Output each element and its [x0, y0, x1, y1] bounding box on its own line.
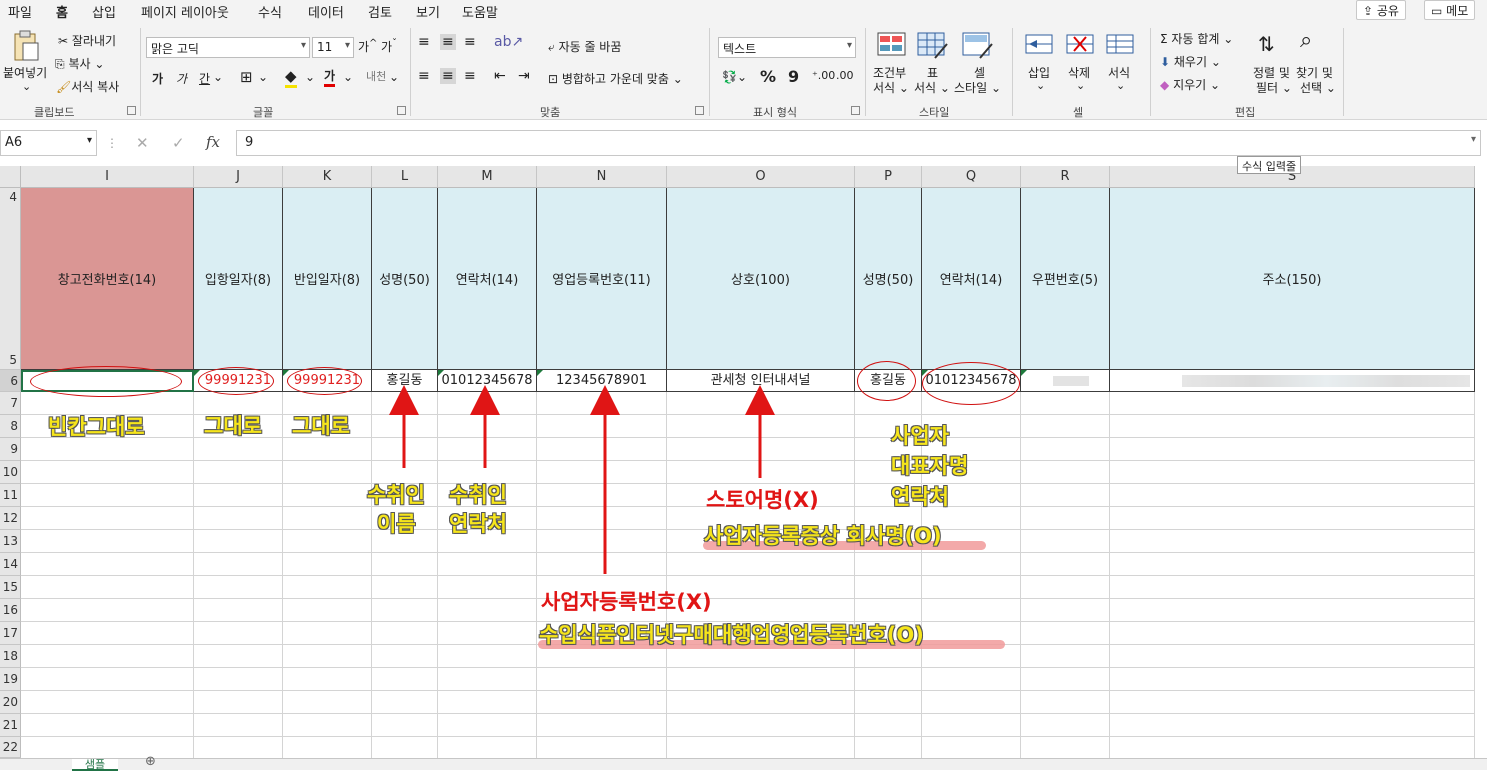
- annotation-recipient-name: 수취인: [367, 483, 425, 507]
- annotation-recipient-contact: 연락처: [449, 512, 507, 536]
- annotation-representative: 연락처: [891, 485, 949, 509]
- sheet-tab[interactable]: 샘플: [72, 759, 118, 771]
- annotation-company-name-right: 사업자등록증상 회사명(O): [704, 524, 942, 548]
- annotation-store-name-wrong: 스토어명(X): [706, 488, 819, 512]
- annotation-same: 그대로: [292, 414, 350, 438]
- annotation-recipient-contact: 수취인: [449, 483, 507, 507]
- annotation-recipient-name: 이름: [377, 512, 416, 536]
- annotation-representative: 대표자명: [891, 454, 969, 478]
- annotation-arrows: [389, 385, 775, 574]
- annotation-blank: 빈칸그대로: [48, 415, 145, 439]
- annotation-importno-right: 수입식품인터넷구매대행업영업등록번호(O): [539, 623, 924, 647]
- add-sheet-icon[interactable]: ⊕: [145, 755, 156, 768]
- annotation-representative: 사업자: [891, 424, 949, 448]
- annotation-same: 그대로: [204, 414, 262, 438]
- formula-bar-tooltip: 수식 입력줄: [1237, 156, 1302, 174]
- annotation-bizno-wrong: 사업자등록번호(X): [541, 590, 712, 614]
- sheet-tab-bar: 샘플 ⊕: [0, 755, 1487, 771]
